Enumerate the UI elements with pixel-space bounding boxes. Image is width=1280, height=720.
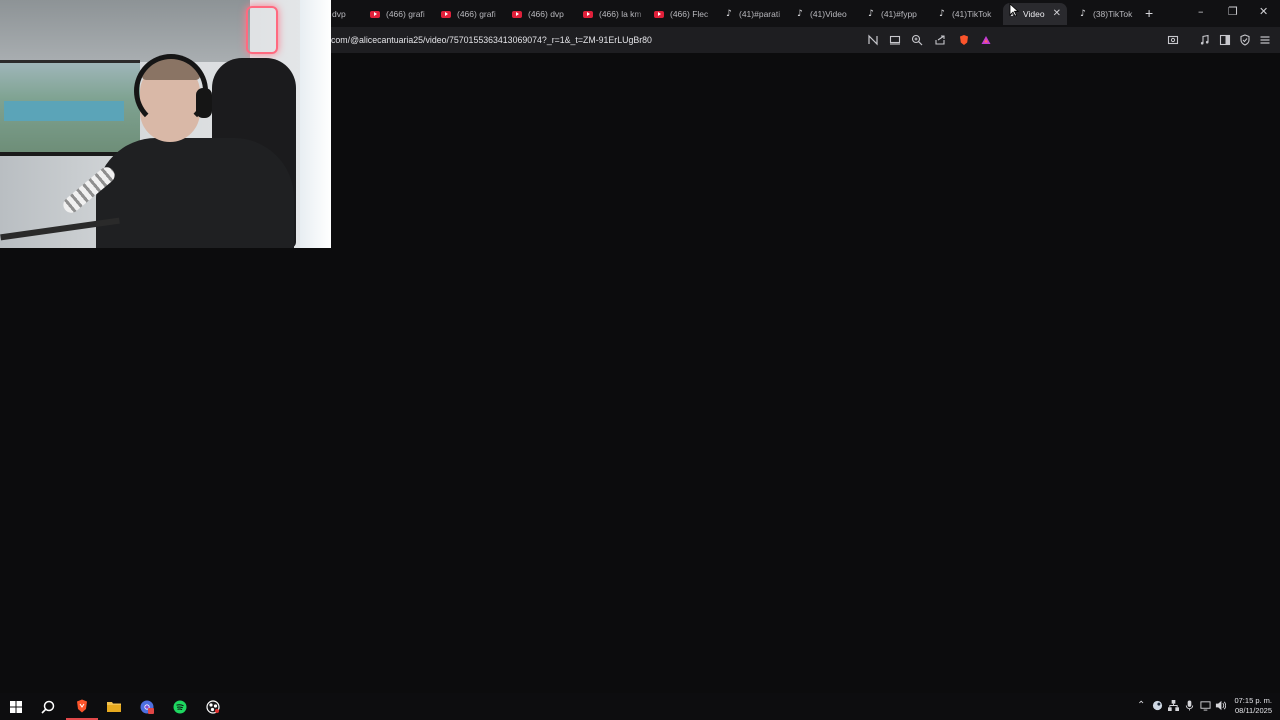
spotify-icon[interactable] [164, 693, 196, 720]
tiktok-icon: ♪ [797, 8, 803, 19]
youtube-icon [370, 10, 380, 18]
brave-rewards-icon[interactable] [979, 33, 993, 47]
tiktok-icon: ♪ [726, 8, 732, 19]
tiktok-icon: ♪ [868, 8, 874, 19]
tab-label: Video [1023, 9, 1045, 19]
tab-8[interactable]: ♪ (41)#fypp [861, 3, 932, 25]
minimize-button[interactable]: – [1198, 5, 1204, 19]
volume-icon[interactable] [1215, 700, 1227, 715]
tab-6[interactable]: ♪ (41)#parati [719, 3, 790, 25]
sidebar-icon[interactable] [1218, 33, 1232, 47]
cast-icon[interactable] [888, 33, 902, 47]
vpn-shield-icon[interactable] [1238, 33, 1252, 47]
steam-icon[interactable] [1152, 700, 1163, 715]
share-icon[interactable] [933, 33, 947, 47]
close-tab-icon[interactable]: ✕ [1053, 9, 1061, 19]
network-icon[interactable] [1200, 700, 1211, 715]
tab-list: dvp (466) grafi (466) grafi (466) dvp (4… [326, 2, 1144, 26]
screen: dvp (466) grafi (466) grafi (466) dvp (4… [0, 0, 1280, 720]
restore-button[interactable]: ❐ [1228, 5, 1238, 19]
chrome-canary-icon[interactable] [131, 693, 163, 720]
webcam-overlay [0, 0, 331, 248]
url-text[interactable]: com/@alicecantuaria25/video/757015536341… [331, 35, 652, 45]
screenshot-icon[interactable] [1166, 33, 1180, 47]
new-tab-button[interactable]: + [1145, 6, 1153, 20]
windows-taskbar: ⌃ 07:15 p. m. 08/11/2025 [0, 693, 1280, 720]
close-window-button[interactable]: ✕ [1259, 5, 1268, 19]
brave-shields-icon[interactable] [957, 33, 971, 47]
tab-0[interactable]: dvp [326, 3, 364, 25]
tab-5[interactable]: (466) Flec [648, 3, 719, 25]
file-explorer-icon[interactable] [98, 693, 130, 720]
tab-1[interactable]: (466) grafi [364, 3, 435, 25]
tab-9[interactable]: ♪ (41)TikTok [932, 3, 1003, 25]
network-share-icon[interactable] [1168, 700, 1179, 715]
menu-icon[interactable] [1258, 33, 1272, 47]
tab-4[interactable]: (466) la km [577, 3, 648, 25]
chevron-up-icon[interactable]: ⌃ [1137, 700, 1145, 712]
tracking-off-icon[interactable] [866, 33, 880, 47]
youtube-icon [583, 10, 593, 18]
tab-7[interactable]: ♪ (41)Video [790, 3, 861, 25]
zoom-icon[interactable] [910, 33, 924, 47]
media-controls-icon[interactable] [1198, 33, 1212, 47]
tab-11[interactable]: ♪ (38)TikTok [1073, 3, 1144, 25]
youtube-icon [441, 10, 451, 18]
tab-2[interactable]: (466) grafi [435, 3, 506, 25]
neon-sign-icon [246, 6, 278, 54]
microphone-tray-icon[interactable] [1184, 700, 1195, 715]
brave-browser-icon[interactable] [66, 693, 98, 720]
mouse-cursor-icon [1009, 3, 1020, 17]
tiktok-icon: ♪ [939, 8, 945, 19]
tab-3[interactable]: (466) dvp [506, 3, 577, 25]
youtube-icon [654, 10, 664, 18]
obs-icon[interactable] [197, 693, 229, 720]
tiktok-icon: ♪ [1080, 8, 1086, 19]
clock-time: 07:15 p. m. [1234, 696, 1272, 705]
windows-start-icon[interactable] [0, 693, 32, 720]
clock-date: 08/11/2025 [1235, 706, 1272, 715]
youtube-icon [512, 10, 522, 18]
taskbar-clock[interactable]: 07:15 p. m. 08/11/2025 [1234, 696, 1272, 716]
search-icon[interactable] [32, 693, 64, 720]
